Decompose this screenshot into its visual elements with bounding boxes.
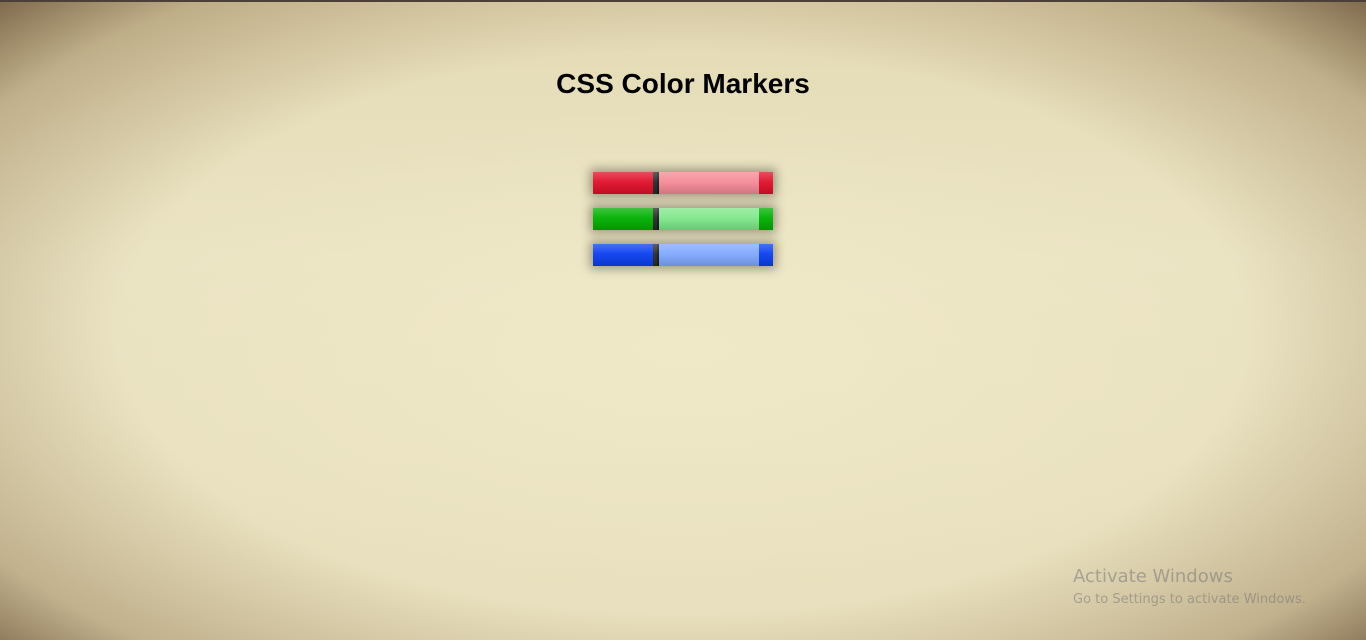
blue-marker-body (659, 244, 759, 266)
blue-marker (593, 244, 773, 266)
green-marker-cap (593, 208, 653, 230)
green-marker-tip (759, 208, 773, 230)
windows-activation-watermark: Activate Windows Go to Settings to activ… (1073, 566, 1306, 610)
green-marker (593, 208, 773, 230)
red-marker-body (659, 172, 759, 194)
window-top-edge (0, 0, 1366, 2)
blue-marker-tip (759, 244, 773, 266)
marker-group (593, 172, 773, 280)
watermark-title: Activate Windows (1073, 566, 1233, 587)
red-marker-tip (759, 172, 773, 194)
red-marker (593, 172, 773, 194)
blue-marker-cap (593, 244, 653, 266)
red-marker-cap (593, 172, 653, 194)
watermark-subtitle: Go to Settings to activate Windows. (1073, 592, 1306, 607)
page-title: CSS Color Markers (556, 68, 810, 99)
green-marker-body (659, 208, 759, 230)
